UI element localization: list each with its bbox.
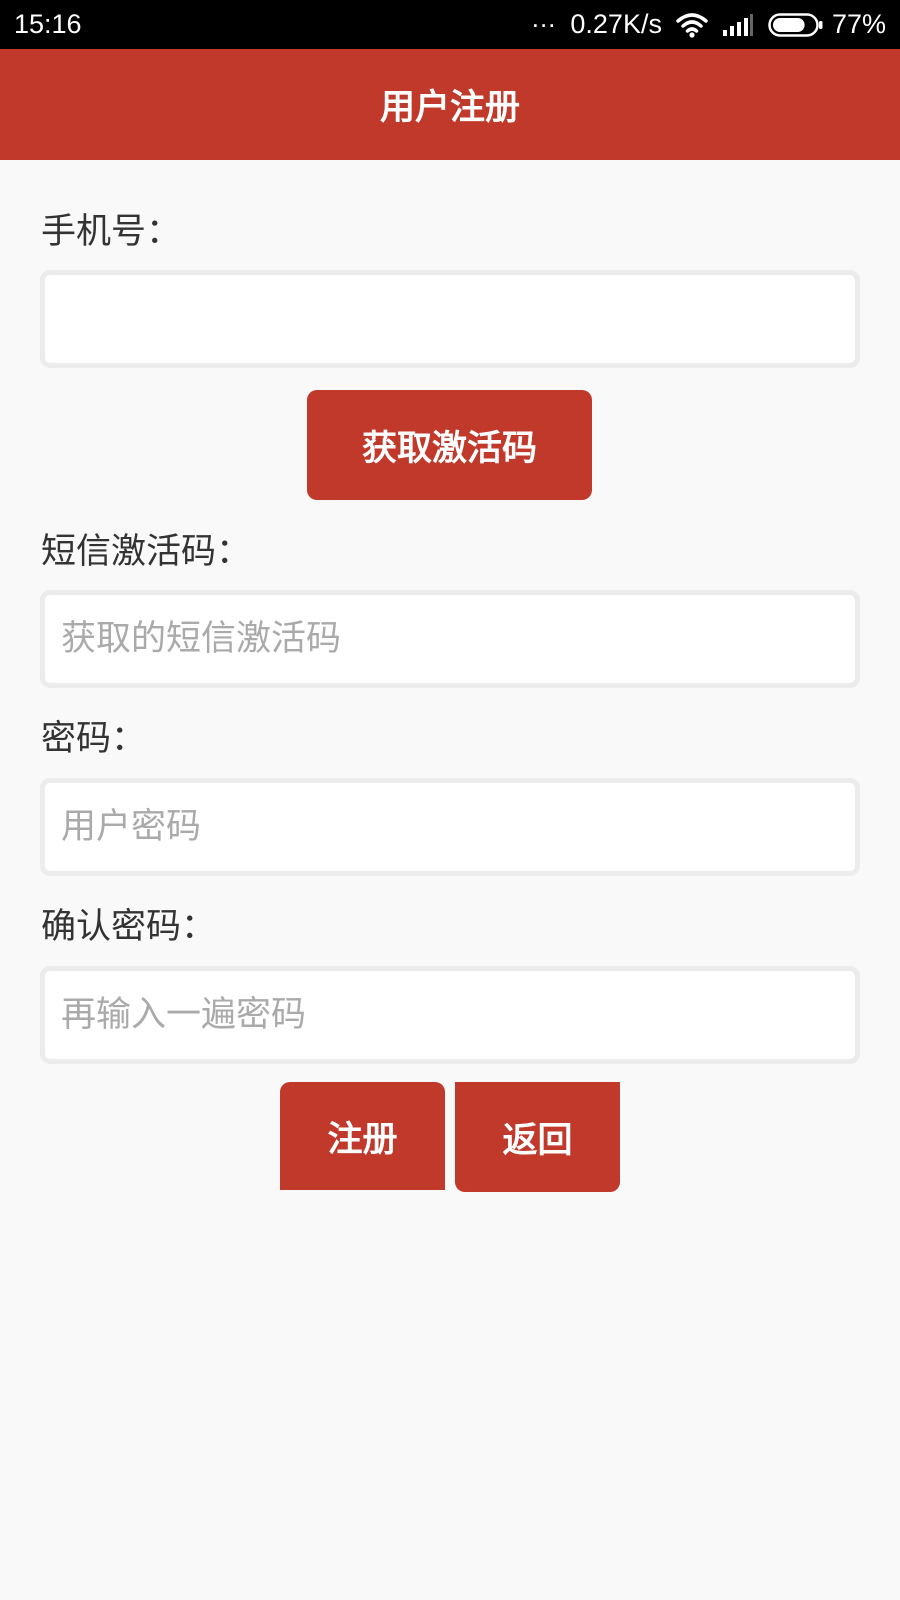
page-title: 用户注册 <box>379 88 520 128</box>
battery: 77% <box>768 9 886 40</box>
wifi-icon <box>676 12 708 38</box>
app-header: 用户注册 <box>0 49 900 160</box>
confirm-password-label: 确认密码： <box>41 907 217 947</box>
password-input[interactable] <box>40 778 860 876</box>
get-code-button[interactable]: 获取激活码 <box>307 390 592 500</box>
network-speed: 0.27K/s <box>570 9 662 39</box>
status-time: 15:16 <box>14 9 82 39</box>
status-bar: 15:16 ... 0.27K/s 77% <box>0 0 900 49</box>
more-notifications-icon: ... <box>531 3 557 33</box>
phone-label: 手机号： <box>41 212 182 252</box>
phone-input[interactable] <box>40 270 860 368</box>
back-button[interactable]: 返回 <box>455 1082 620 1192</box>
confirm-password-input[interactable] <box>40 966 860 1064</box>
status-indicators: ... 0.27K/s 77% <box>532 3 886 40</box>
register-button[interactable]: 注册 <box>280 1082 445 1190</box>
signal-icon <box>722 13 754 37</box>
battery-icon <box>768 12 824 38</box>
sms-code-label: 短信激活码： <box>41 532 252 572</box>
battery-percent: 77% <box>831 9 886 39</box>
sms-code-input[interactable] <box>40 590 860 688</box>
password-label: 密码： <box>41 719 147 759</box>
